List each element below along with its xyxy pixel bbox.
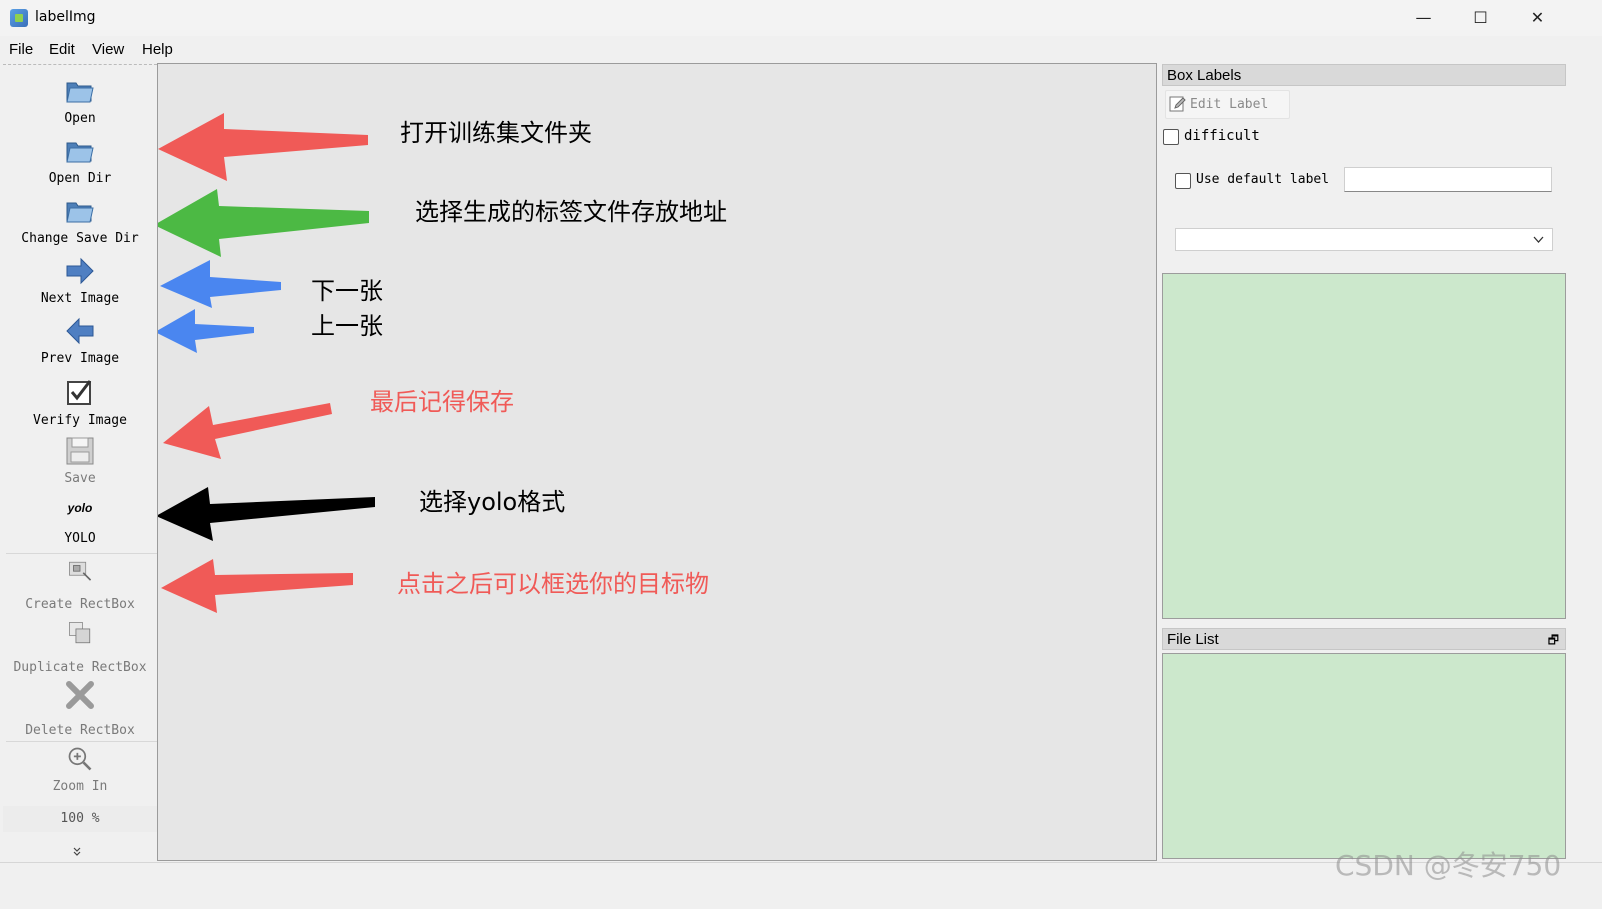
annotation-save: 最后记得保存 bbox=[370, 388, 514, 416]
folder-open-icon bbox=[66, 142, 94, 163]
toolbar-separator bbox=[6, 553, 158, 554]
delete-rectbox-button[interactable]: Delete RectBox bbox=[3, 679, 157, 739]
window-title: labelImg bbox=[35, 9, 96, 25]
next-image-button[interactable]: Next Image bbox=[3, 255, 157, 311]
zoom-level-spinbox[interactable]: 100 % bbox=[3, 806, 157, 832]
duplicate-rectbox-button[interactable]: Duplicate RectBox bbox=[3, 620, 157, 676]
toolbar-extension-icon[interactable] bbox=[72, 846, 82, 859]
menu-help[interactable]: Help bbox=[142, 41, 173, 58]
arrow-green-save-dir bbox=[158, 189, 369, 257]
file-list-header: File List 🗗 bbox=[1162, 628, 1566, 650]
float-dock-icon[interactable]: 🗗 bbox=[1548, 629, 1559, 651]
annotation-prev: 上一张 bbox=[311, 312, 383, 340]
annotation-arrows bbox=[158, 113, 375, 613]
open-dir-button[interactable]: Open Dir bbox=[3, 135, 157, 191]
use-default-label-checkbox[interactable] bbox=[1175, 173, 1191, 189]
save-label: Save bbox=[64, 471, 96, 486]
annotation-yolo: 选择yolo格式 bbox=[419, 488, 566, 516]
chevron-down-icon bbox=[1533, 236, 1544, 243]
difficult-checkbox[interactable] bbox=[1163, 129, 1179, 145]
menu-file[interactable]: File bbox=[9, 41, 33, 58]
menu-edit[interactable]: Edit bbox=[49, 41, 75, 58]
zoom-in-label: Zoom In bbox=[52, 779, 108, 794]
file-list-title: File List bbox=[1167, 631, 1219, 648]
default-label-input[interactable] bbox=[1344, 167, 1552, 192]
arrow-red-create bbox=[161, 559, 353, 613]
app-icon bbox=[10, 9, 28, 27]
use-default-label-label: Use default label bbox=[1196, 172, 1330, 187]
menu-bar: File Edit View Help bbox=[0, 38, 1602, 62]
annotation-next: 下一张 bbox=[311, 277, 383, 305]
checkbox-checked-icon bbox=[67, 380, 92, 405]
box-labels-header: Box Labels bbox=[1162, 64, 1566, 86]
prev-image-label: Prev Image bbox=[40, 351, 120, 366]
change-save-dir-label: Change Save Dir bbox=[21, 231, 139, 246]
image-canvas[interactable]: 打开训练集文件夹 选择生成的标签文件存放地址 下一张 上一张 最后记得保存 选择… bbox=[157, 63, 1157, 861]
menu-view[interactable]: View bbox=[92, 41, 124, 58]
arrow-red-save bbox=[163, 403, 332, 459]
save-disk-icon bbox=[66, 437, 94, 465]
difficult-label: difficult bbox=[1184, 128, 1260, 144]
change-save-dir-button[interactable]: Change Save Dir bbox=[3, 195, 157, 251]
next-image-label: Next Image bbox=[40, 291, 120, 306]
zoom-in-button[interactable]: Zoom In bbox=[3, 745, 157, 801]
create-rectbox-label: Create RectBox bbox=[25, 597, 135, 612]
maximize-button[interactable]: ☐ bbox=[1452, 0, 1509, 36]
watermark: CSDN @冬安750 bbox=[1335, 849, 1562, 882]
title-bar: labelImg — ☐ ✕ bbox=[0, 0, 1602, 36]
yolo-format-button[interactable]: yolo YOLO bbox=[3, 497, 157, 549]
delete-x-icon bbox=[66, 681, 94, 709]
edit-label-button[interactable]: Edit Label bbox=[1165, 90, 1290, 119]
edit-label-text: Edit Label bbox=[1190, 97, 1269, 112]
create-rectbox-button[interactable]: Create RectBox bbox=[3, 559, 157, 615]
arrow-black-yolo bbox=[158, 487, 375, 541]
arrow-left-icon bbox=[66, 317, 94, 345]
arrow-right-icon bbox=[66, 257, 94, 285]
arrow-blue-next bbox=[160, 260, 281, 308]
duplicate-icon bbox=[69, 622, 91, 644]
close-button[interactable]: ✕ bbox=[1509, 0, 1566, 36]
folder-open-icon bbox=[66, 202, 94, 223]
folder-open-icon bbox=[66, 82, 94, 103]
annotation-save-dir: 选择生成的标签文件存放地址 bbox=[415, 198, 727, 226]
arrow-blue-prev bbox=[158, 309, 254, 353]
yolo-label: YOLO bbox=[64, 531, 96, 546]
minimize-button[interactable]: — bbox=[1395, 0, 1452, 36]
save-button[interactable]: Save bbox=[3, 435, 157, 491]
yolo-icon: yolo bbox=[67, 501, 93, 515]
open-dir-label: Open Dir bbox=[48, 171, 112, 186]
open-button[interactable]: Open bbox=[3, 75, 157, 131]
arrow-red-open-dir bbox=[158, 113, 368, 181]
delete-rectbox-label: Delete RectBox bbox=[25, 723, 135, 738]
label-combo-box[interactable] bbox=[1175, 228, 1553, 251]
left-toolbar: Open Open Dir Change Save Dir Next Image… bbox=[3, 64, 158, 880]
create-rectbox-icon bbox=[69, 561, 92, 581]
label-list[interactable] bbox=[1162, 273, 1566, 619]
verify-image-button[interactable]: Verify Image bbox=[3, 377, 157, 433]
file-list[interactable] bbox=[1162, 653, 1566, 859]
annotation-open-dir: 打开训练集文件夹 bbox=[400, 119, 592, 147]
zoom-in-icon bbox=[68, 747, 92, 771]
duplicate-rectbox-label: Duplicate RectBox bbox=[13, 660, 147, 675]
open-label: Open bbox=[64, 111, 96, 126]
annotation-create: 点击之后可以框选你的目标物 bbox=[397, 570, 709, 598]
edit-pencil-icon bbox=[1169, 96, 1186, 112]
toolbar-separator bbox=[6, 741, 158, 742]
verify-image-label: Verify Image bbox=[33, 413, 127, 428]
prev-image-button[interactable]: Prev Image bbox=[3, 315, 157, 371]
